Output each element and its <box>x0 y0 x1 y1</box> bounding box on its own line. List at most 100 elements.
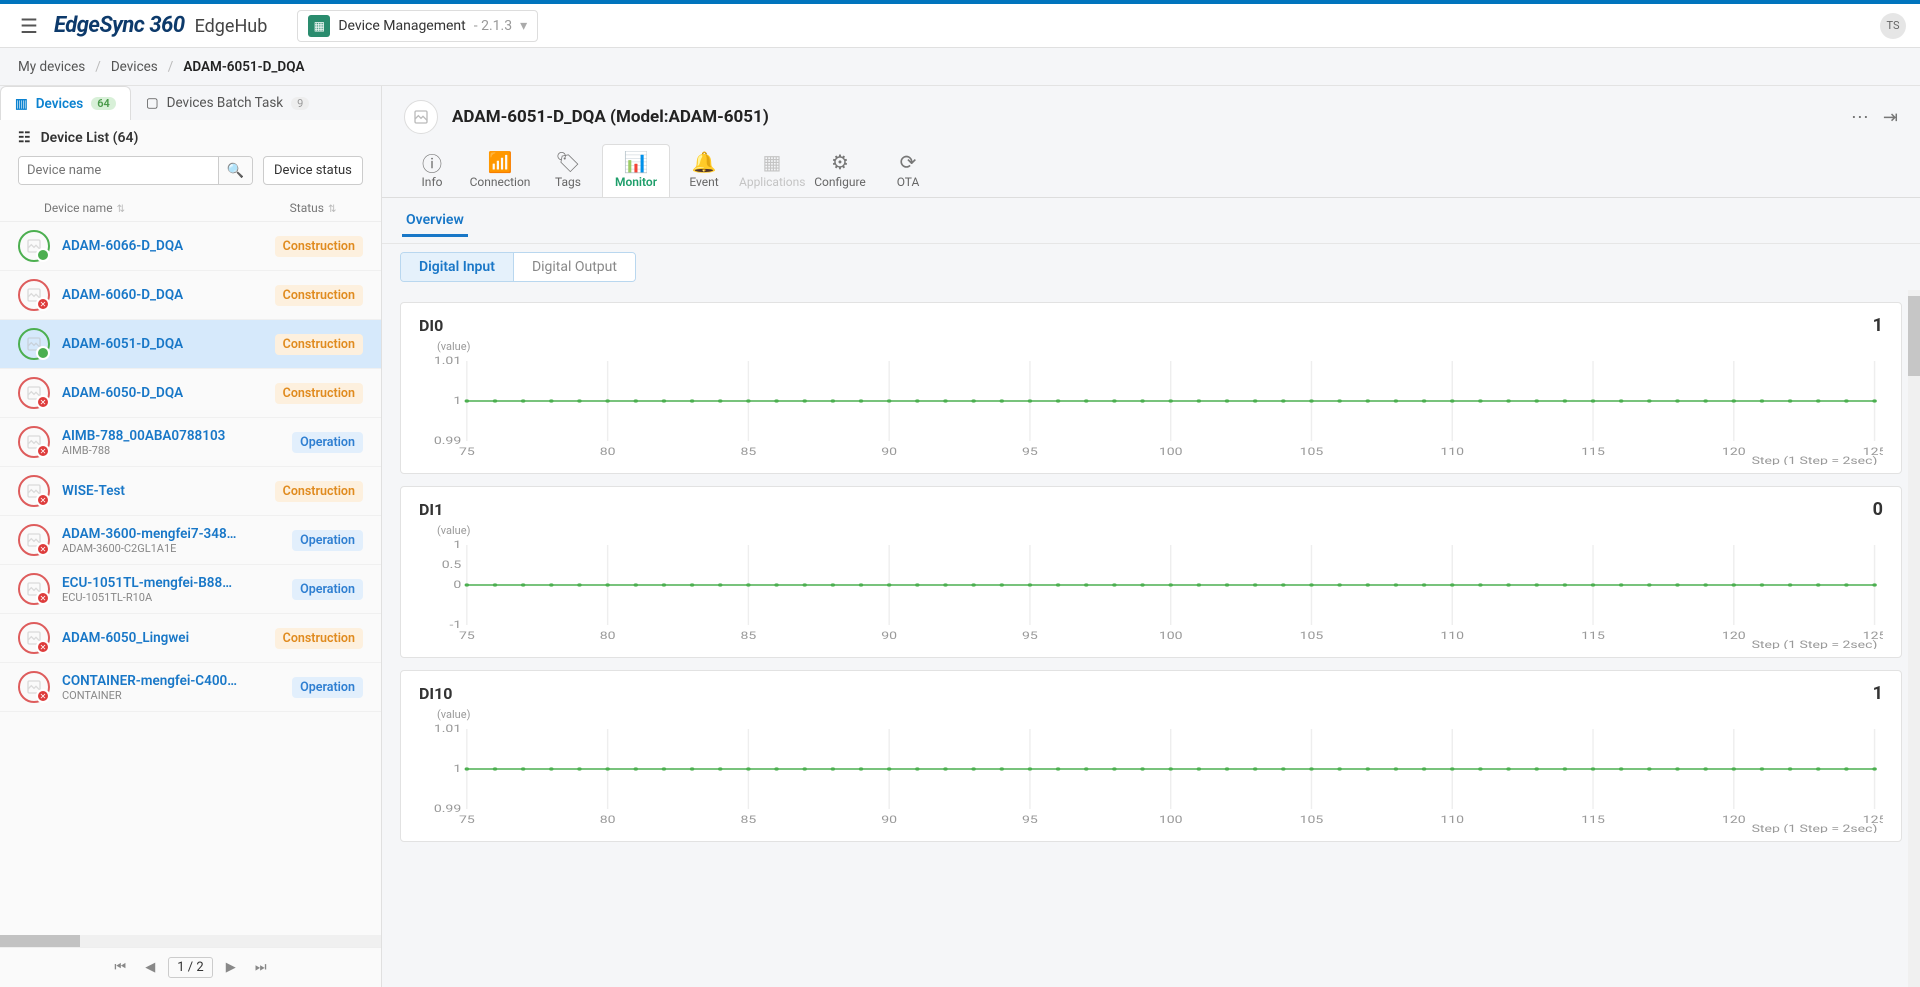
app-icon: ▦ <box>308 15 330 37</box>
app-selector[interactable]: ▦ Device Management - 2.1.3 ▾ <box>297 10 538 42</box>
device-row[interactable]: ✕ ADAM-6060-D_DQA Construction <box>0 271 381 320</box>
breadcrumb-sep: / <box>95 59 101 75</box>
col-header-name[interactable]: Device name⇅ <box>18 201 263 215</box>
state-dot-icon <box>36 346 50 360</box>
status-badge: Operation <box>292 432 363 453</box>
chart-card-DI10: DI10 1 (value) 0.9911.017580859095100105… <box>400 670 1902 842</box>
breadcrumb-sep: / <box>168 59 174 75</box>
breadcrumb: My devices / Devices / ADAM-6051-D_DQA <box>0 48 1920 86</box>
sidebar-tabs: ▥ Devices 64 ▢ Devices Batch Task 9 <box>0 86 381 120</box>
pager-prev-icon[interactable]: ◀ <box>138 956 162 980</box>
device-status-icon <box>18 230 50 262</box>
svg-text:115: 115 <box>1581 630 1605 641</box>
device-subtitle: ADAM-3600-C2GL1A1E <box>62 542 292 555</box>
status-badge: Construction <box>275 628 363 649</box>
device-tabs: ⓘ Info📶 Connection🏷 Tags📊 Monitor🔔 Event… <box>382 134 1920 198</box>
tab-event[interactable]: 🔔 Event <box>670 144 738 197</box>
device-row[interactable]: ADAM-6051-D_DQA Construction <box>0 320 381 369</box>
state-dot-icon: ✕ <box>36 297 50 311</box>
sidebar-tab-batch[interactable]: ▢ Devices Batch Task 9 <box>131 86 324 120</box>
device-row[interactable]: ✕ AIMB-788_00ABA0788103 AIMB-788 Operati… <box>0 418 381 467</box>
status-badge: Operation <box>292 579 363 600</box>
device-row[interactable]: ✕ ECU-1051TL-mengfei-B88… ECU-1051TL-R10… <box>0 565 381 614</box>
tab-label: Event <box>671 175 737 189</box>
device-row[interactable]: ADAM-6066-D_DQA Construction <box>0 222 381 271</box>
breadcrumb-link[interactable]: Devices <box>111 59 158 75</box>
tab-configure[interactable]: ⚙ Configure <box>806 144 874 197</box>
status-badge: Construction <box>275 236 363 257</box>
pager-first-icon[interactable]: ⏮ <box>108 956 132 980</box>
svg-text:0.5: 0.5 <box>442 559 462 570</box>
info-icon: ⓘ <box>399 149 465 175</box>
svg-text:0.99: 0.99 <box>434 435 462 446</box>
chevron-down-icon: ▾ <box>520 18 527 34</box>
state-dot-icon: ✕ <box>36 689 50 703</box>
tab-label: Monitor <box>603 175 669 189</box>
vertical-scrollbar[interactable] <box>1908 290 1920 987</box>
tab-info[interactable]: ⓘ Info <box>398 144 466 197</box>
horizontal-scrollbar[interactable] <box>0 935 381 947</box>
expand-icon[interactable]: ⇥ <box>1883 107 1898 128</box>
device-status-icon: ✕ <box>18 671 50 703</box>
status-badge: Operation <box>292 677 363 698</box>
sidebar: ▥ Devices 64 ▢ Devices Batch Task 9 ☷ De… <box>0 86 382 987</box>
device-list-filter: 🔍 Device status <box>0 150 381 195</box>
more-icon[interactable]: ⋯ <box>1851 107 1869 128</box>
tags-icon: 🏷 <box>535 149 601 175</box>
device-search[interactable]: 🔍 <box>18 156 253 185</box>
device-row[interactable]: ✕ ADAM-6050_Lingwei Construction <box>0 614 381 663</box>
device-name: ADAM-6050_Lingwei <box>62 630 275 646</box>
device-name: WISE-Test <box>62 483 275 499</box>
svg-text:105: 105 <box>1300 446 1324 457</box>
content-panel: ADAM-6051-D_DQA (Model:ADAM-6051) ⋯ ⇥ ⓘ … <box>382 86 1920 987</box>
batch-count-badge: 9 <box>291 97 309 110</box>
sidebar-tab-devices[interactable]: ▥ Devices 64 <box>0 86 131 120</box>
pager-last-icon[interactable]: ⏭ <box>249 956 273 980</box>
tab-monitor[interactable]: 📊 Monitor <box>602 144 670 197</box>
status-badge: Operation <box>292 530 363 551</box>
user-avatar[interactable]: TS <box>1880 13 1906 39</box>
svg-text:0.99: 0.99 <box>434 803 462 814</box>
seg-digital-input[interactable]: Digital Input <box>401 253 514 281</box>
device-status-icon <box>18 328 50 360</box>
tab-label: Info <box>399 175 465 189</box>
breadcrumb-current: ADAM-6051-D_DQA <box>183 59 304 75</box>
charts-container[interactable]: DI0 1 (value) 0.9911.0175808590951001051… <box>382 290 1920 987</box>
chart-value: 0 <box>1873 499 1883 520</box>
search-icon[interactable]: 🔍 <box>218 157 252 184</box>
subtab-overview[interactable]: Overview <box>402 206 468 237</box>
device-row[interactable]: ✕ ADAM-6050-D_DQA Construction <box>0 369 381 418</box>
svg-text:-1: -1 <box>449 619 461 630</box>
device-row[interactable]: ✕ WISE-Test Construction <box>0 467 381 516</box>
event-icon: 🔔 <box>671 149 737 175</box>
svg-text:95: 95 <box>1022 630 1038 641</box>
tab-tags[interactable]: 🏷 Tags <box>534 144 602 197</box>
chart-area: -100.517580859095100105110115120125 Step… <box>419 539 1883 649</box>
device-text: WISE-Test <box>62 483 275 499</box>
svg-text:115: 115 <box>1581 814 1605 825</box>
device-row[interactable]: ✕ ADAM-3600-mengfei7-348… ADAM-3600-C2GL… <box>0 516 381 565</box>
status-filter-dropdown[interactable]: Device status <box>263 156 363 185</box>
tab-ota[interactable]: ⟳ OTA <box>874 144 942 197</box>
col-header-status[interactable]: Status⇅ <box>263 201 363 215</box>
svg-text:100: 100 <box>1159 814 1183 825</box>
tab-label: Connection <box>467 175 533 189</box>
svg-text:Step (1 Step = 2sec): Step (1 Step = 2sec) <box>1752 823 1878 833</box>
device-search-input[interactable] <box>19 157 218 184</box>
pager-next-icon[interactable]: ▶ <box>219 956 243 980</box>
device-image-icon <box>404 100 438 134</box>
configure-icon: ⚙ <box>807 149 873 175</box>
chart-y-label: (value) <box>437 708 1883 721</box>
seg-digital-output[interactable]: Digital Output <box>514 253 635 281</box>
breadcrumb-link[interactable]: My devices <box>18 59 85 75</box>
device-text: ADAM-6060-D_DQA <box>62 287 275 303</box>
chart-y-label: (value) <box>437 524 1883 537</box>
tab-connection[interactable]: 📶 Connection <box>466 144 534 197</box>
state-dot-icon: ✕ <box>36 542 50 556</box>
svg-text:110: 110 <box>1440 446 1464 457</box>
device-row[interactable]: ✕ CONTAINER-mengfei-C400… CONTAINER Oper… <box>0 663 381 712</box>
connection-icon: 📶 <box>467 149 533 175</box>
svg-text:105: 105 <box>1300 814 1324 825</box>
chart-title: DI0 <box>419 316 443 335</box>
hamburger-menu-icon[interactable]: ☰ <box>14 8 44 44</box>
